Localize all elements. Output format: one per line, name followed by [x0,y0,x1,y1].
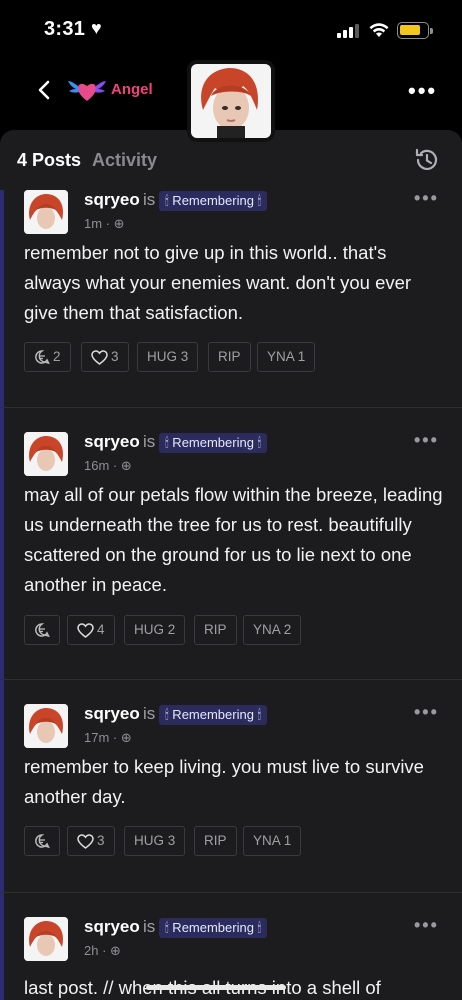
post-accent-bar [0,893,4,1000]
rip-button[interactable]: RIP [208,342,251,372]
post-more-icon[interactable]: ••• [414,430,439,451]
yna-label: YNA [253,833,281,848]
rip-button[interactable]: RIP [194,826,237,856]
post-time: 2h · ⊕ [84,943,121,958]
post-card[interactable]: sqryeo is 🕯 Remembering 🕯 2h · ⊕ ••• las… [0,893,462,1000]
more-options-icon[interactable]: ••• [408,78,437,104]
post-text: may all of our petals flow within the br… [24,484,443,595]
back-icon[interactable] [34,79,56,101]
hug-label: HUG [147,349,177,364]
is-label: is [143,704,156,723]
post-more-icon[interactable]: ••• [414,190,439,209]
rip-label: RIP [204,622,227,637]
avatar[interactable] [24,704,68,748]
comment-button[interactable]: 2 [24,342,71,372]
avatar[interactable] [24,432,68,476]
battery-icon [397,22,433,39]
like-button[interactable]: 4 [67,615,115,645]
status-time: 3:31 [44,18,86,40]
like-count: 3 [97,833,105,848]
mood-badge: 🕯 Remembering 🕯 [159,918,268,938]
hug-count: 3 [167,833,176,848]
comment-icon [35,350,50,365]
post-accent-bar [0,408,4,679]
posts-feed: sqryeo is 🕯 Remembering 🕯 1m · ⊕ ••• rem… [0,190,462,1000]
heart-outline-icon [77,834,94,849]
rip-label: RIP [218,349,241,364]
hug-button[interactable]: HUG 3 [137,342,199,372]
profile-header: Angel ••• [0,60,462,142]
yna-count: 2 [283,622,292,637]
yna-button[interactable]: YNA 2 [243,615,302,645]
heart-outline-icon [91,350,108,365]
hug-label: HUG [134,622,164,637]
post-card[interactable]: sqryeo is 🕯 Remembering 🕯 1m · ⊕ ••• rem… [0,190,462,408]
is-label: is [143,432,156,451]
post-time: 17m · ⊕ [84,730,132,745]
post-accent-bar [0,680,4,892]
heart-outline-icon [77,623,94,638]
avatar[interactable] [24,190,68,234]
yna-count: 1 [297,349,306,364]
rip-label: RIP [204,833,227,848]
like-count: 3 [111,349,119,364]
username[interactable]: sqryeo [84,917,140,937]
hug-button[interactable]: HUG 2 [124,615,186,645]
is-label: is [143,190,156,209]
hug-label: HUG [134,833,164,848]
is-label: is [143,917,156,936]
comment-button[interactable] [24,826,60,856]
post-accent-bar [0,190,4,407]
hug-count: 3 [180,349,189,364]
post-time: 16m · ⊕ [84,458,132,473]
wifi-icon [369,23,389,37]
status-bar: 3:31 ♥ [0,0,462,60]
heart-icon: ♥ [91,18,102,38]
comment-icon [35,623,50,638]
username[interactable]: sqryeo [84,704,140,724]
signal-icon [337,24,359,38]
tab-posts[interactable]: 4 Posts [17,150,81,171]
comment-icon [35,834,50,849]
post-text: remember to keep living. you must live t… [24,756,424,807]
hug-button[interactable]: HUG 3 [124,826,186,856]
mood-badge: 🕯 Remembering 🕯 [159,191,268,211]
comment-count: 2 [53,349,61,364]
post-more-icon[interactable]: ••• [414,702,439,723]
post-time: 1m · ⊕ [84,216,125,231]
yna-button[interactable]: YNA 1 [243,826,302,856]
yna-button[interactable]: YNA 1 [257,342,316,372]
yna-count: 1 [283,833,292,848]
like-count: 4 [97,622,105,637]
comment-button[interactable] [24,615,60,645]
profile-avatar[interactable] [187,60,275,142]
like-button[interactable]: 3 [81,342,129,372]
yna-label: YNA [253,622,281,637]
mood-badge: 🕯 Remembering 🕯 [159,705,268,725]
tab-activity[interactable]: Activity [92,150,157,171]
like-button[interactable]: 3 [67,826,115,856]
post-card[interactable]: sqryeo is 🕯 Remembering 🕯 17m · ⊕ ••• re… [0,680,462,893]
app-name: Angel [111,81,153,98]
post-text: remember not to give up in this world.. … [24,242,412,323]
angel-wings-logo [68,81,106,101]
home-indicator[interactable] [146,985,286,990]
username[interactable]: sqryeo [84,190,140,210]
post-more-icon[interactable]: ••• [414,915,439,936]
rip-button[interactable]: RIP [194,615,237,645]
hug-count: 2 [167,622,176,637]
username[interactable]: sqryeo [84,432,140,452]
yna-label: YNA [267,349,295,364]
history-icon[interactable] [413,146,441,174]
avatar[interactable] [24,917,68,961]
post-card[interactable]: sqryeo is 🕯 Remembering 🕯 16m · ⊕ ••• ma… [0,408,462,680]
mood-badge: 🕯 Remembering 🕯 [159,433,268,453]
